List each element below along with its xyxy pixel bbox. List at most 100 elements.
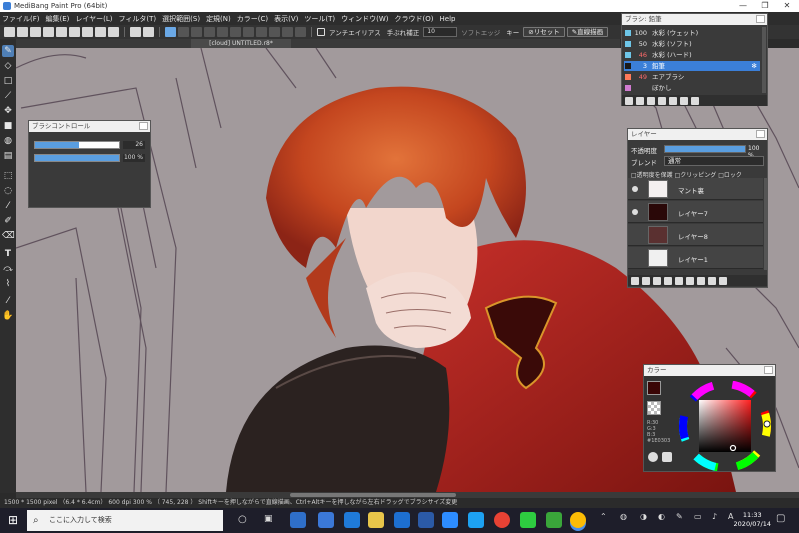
gear-icon[interactable]: ✻	[752, 61, 757, 71]
select-eraser-tool-icon[interactable]: ⌫	[2, 230, 15, 242]
task-view-icon[interactable]: ▣	[264, 514, 273, 524]
document-tab[interactable]: [cloud] UNTITLED.r8*	[191, 39, 291, 48]
redo-icon[interactable]	[143, 27, 154, 37]
blend-mode-select[interactable]: 通常	[664, 156, 764, 166]
panel-close-button[interactable]	[139, 122, 148, 130]
snap-curve-icon[interactable]	[243, 27, 254, 37]
color-wheel[interactable]	[678, 381, 772, 471]
cloud-icon[interactable]	[30, 27, 41, 37]
snap-parallel-icon[interactable]	[178, 27, 189, 37]
clock[interactable]: 11:33 2020/07/14	[734, 511, 771, 529]
menu-color[interactable]: カラー(C)	[237, 14, 268, 24]
menu-file[interactable]: ファイル(F)	[2, 14, 40, 24]
menu-ruler[interactable]: 定規(N)	[206, 14, 231, 24]
layer-row[interactable]: レイヤー8	[628, 224, 763, 246]
brush-item[interactable]: ぼかし	[624, 83, 760, 93]
layer-row[interactable]: マント裏	[628, 178, 763, 200]
layer-row[interactable]: レイヤー1	[628, 247, 763, 269]
brush-item[interactable]: 3 鉛筆 ✻	[624, 61, 760, 71]
grid-icon[interactable]	[108, 27, 119, 37]
menu-window[interactable]: ウィンドウ(W)	[341, 14, 388, 24]
menu-filter[interactable]: フィルタ(T)	[119, 14, 157, 24]
menu-selection[interactable]: 選択範囲(S)	[162, 14, 200, 24]
snap-3d-icon[interactable]	[256, 27, 267, 37]
photos-app-icon[interactable]	[344, 512, 360, 528]
import-brush-icon[interactable]	[658, 96, 666, 105]
palette-icon[interactable]	[648, 452, 658, 462]
add-1bit-layer-icon[interactable]	[664, 276, 672, 285]
delete-brush-icon[interactable]	[691, 96, 699, 105]
brush-list-scrollbar[interactable]	[762, 27, 766, 93]
windows-start-icon[interactable]: ⊞	[0, 508, 26, 533]
mail-app-icon[interactable]	[290, 512, 306, 528]
zoom-app-icon[interactable]	[442, 512, 458, 528]
hand-tool-icon[interactable]: ✋	[2, 310, 14, 322]
open-file-icon[interactable]	[17, 27, 28, 37]
chrome-app-icon[interactable]	[494, 512, 510, 528]
panel-close-button[interactable]	[764, 366, 773, 374]
new-file-icon[interactable]	[4, 27, 15, 37]
select-pen-tool-icon[interactable]: ✐	[2, 215, 14, 227]
snap-off-icon[interactable]	[165, 27, 176, 37]
panel-close-button[interactable]	[756, 15, 765, 23]
graduation-tool-icon[interactable]: ⟋	[2, 90, 14, 102]
settings-icon[interactable]	[95, 27, 106, 37]
snap-vanish-icon[interactable]	[204, 27, 215, 37]
brush-opacity-slider[interactable]	[34, 154, 120, 162]
twitter-app-icon[interactable]	[468, 512, 484, 528]
cortana-icon[interactable]: ○	[238, 514, 247, 525]
edge-app-icon[interactable]	[394, 512, 410, 528]
brush-item[interactable]: 50 水彩 (ソフト)	[624, 39, 760, 49]
lasso-tool-icon[interactable]: ◌	[2, 185, 14, 197]
duplicate-layer-icon[interactable]	[686, 276, 694, 285]
reset-button[interactable]: ⊘リセット	[523, 27, 565, 37]
stabilizer-select[interactable]: 10	[423, 27, 458, 37]
taskbar-search[interactable]: ⌕ ここに入力して検索	[27, 510, 223, 531]
current-color-swatch[interactable]	[647, 381, 661, 395]
export-icon[interactable]	[82, 27, 93, 37]
menu-tool[interactable]: ツール(T)	[304, 14, 335, 24]
folder-icon[interactable]	[669, 96, 677, 105]
brush-opacity-value[interactable]: 100 %	[123, 154, 145, 162]
eraser-tool-icon[interactable]: ◇	[2, 60, 14, 72]
document-icon[interactable]	[69, 27, 80, 37]
layer-row[interactable]: レイヤー7	[628, 201, 763, 223]
notification-icon[interactable]: ▢	[776, 513, 785, 524]
brush-size-value[interactable]: 26	[123, 141, 145, 149]
layer-list-scrollbar[interactable]	[764, 178, 768, 270]
menu-cloud[interactable]: クラウド(O)	[395, 14, 434, 24]
brush-item[interactable]: 100 水彩 (ウェット)	[624, 28, 760, 38]
menu-edit[interactable]: 編集(E)	[46, 14, 70, 24]
gradient-tool-icon[interactable]: ▤	[2, 150, 14, 162]
brush-tool-icon[interactable]: ✎	[2, 45, 14, 57]
brush-item[interactable]: 49 エアブラシ	[624, 72, 760, 82]
panel-close-button[interactable]	[756, 130, 765, 138]
close-button[interactable]: ✕	[776, 0, 798, 12]
store-app-icon[interactable]	[318, 512, 334, 528]
scrollbar-thumb[interactable]	[290, 493, 456, 497]
snap-radial-icon[interactable]	[217, 27, 228, 37]
explorer-app-icon[interactable]	[368, 512, 384, 528]
select-tool-icon[interactable]: ⬚	[2, 170, 14, 182]
add-layer-icon[interactable]	[631, 276, 639, 285]
color-history-icon[interactable]	[662, 452, 672, 462]
volume-icon[interactable]: ♪	[712, 512, 717, 521]
maximize-button[interactable]: ❐	[754, 0, 776, 12]
tray-chevron-icon[interactable]: ⌃	[600, 512, 607, 521]
pipette-tool-icon[interactable]: ⁄	[2, 295, 14, 307]
visibility-icon[interactable]	[632, 209, 638, 215]
visibility-icon[interactable]	[632, 186, 638, 192]
cloud-brush-icon[interactable]	[680, 96, 688, 105]
straight-line-button[interactable]: ✎直線描画	[566, 27, 609, 37]
transparent-color-swatch[interactable]	[647, 401, 661, 415]
save-icon[interactable]	[56, 27, 67, 37]
add-brush-icon[interactable]	[625, 96, 633, 105]
line-app-icon-2[interactable]	[546, 512, 562, 528]
battery-icon[interactable]: ▭	[694, 512, 702, 521]
chrome-app-icon-2[interactable]	[570, 512, 586, 528]
merge-layer-icon[interactable]	[697, 276, 705, 285]
brush-size-slider[interactable]	[34, 141, 120, 149]
snap-settings-icon[interactable]	[269, 27, 280, 37]
line-app-icon[interactable]	[520, 512, 536, 528]
layer-property-icon[interactable]	[708, 276, 716, 285]
